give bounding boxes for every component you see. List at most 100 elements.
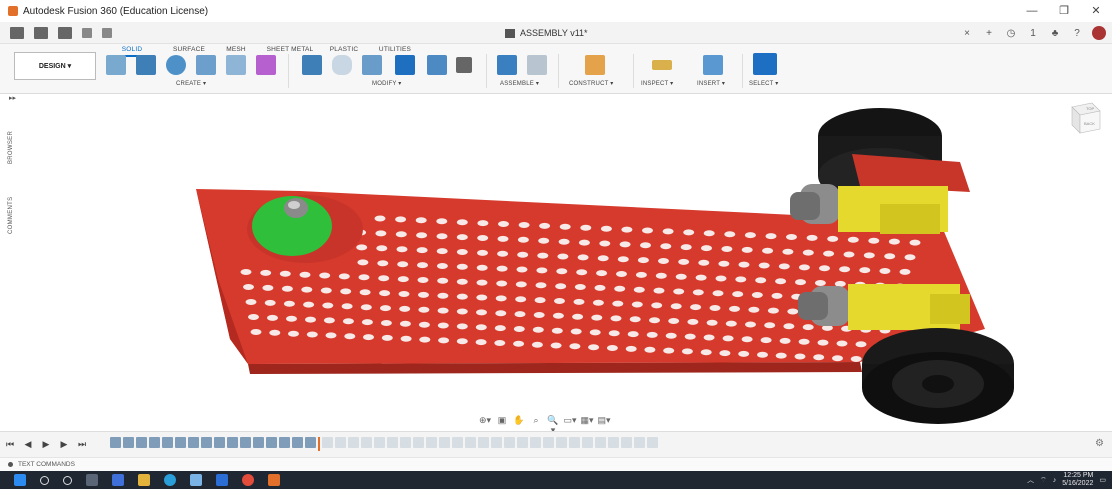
- combine-icon[interactable]: [395, 55, 415, 75]
- volume-icon[interactable]: ♪: [1053, 477, 1057, 484]
- notifications-icon[interactable]: ♣: [1048, 28, 1062, 39]
- workspace-dropdown[interactable]: DESIGN ▾: [14, 52, 96, 80]
- timeline-feature-suppressed[interactable]: [647, 437, 658, 448]
- fit-dropdown-icon[interactable]: 🔍▾: [546, 415, 560, 431]
- modify-menu[interactable]: MODIFY ▾: [372, 80, 402, 87]
- timeline-feature-suppressed[interactable]: [582, 437, 593, 448]
- timeline-first-button[interactable]: ⏮: [2, 439, 18, 450]
- measure-icon[interactable]: [652, 60, 672, 70]
- assemble-menu[interactable]: ASSEMBLE ▾: [500, 80, 539, 87]
- timeline-feature[interactable]: [110, 437, 121, 448]
- timeline-feature[interactable]: [240, 437, 251, 448]
- timeline-feature-suppressed[interactable]: [608, 437, 619, 448]
- timeline-feature-suppressed[interactable]: [543, 437, 554, 448]
- timeline-settings-icon[interactable]: ⚙: [1095, 438, 1104, 449]
- timeline-last-button[interactable]: ⏭: [74, 439, 90, 450]
- timeline-feature-suppressed[interactable]: [374, 437, 385, 448]
- extrude-icon[interactable]: [136, 55, 156, 75]
- select-icon[interactable]: [753, 53, 777, 75]
- timeline-feature[interactable]: [227, 437, 238, 448]
- timeline-feature-suppressed[interactable]: [413, 437, 424, 448]
- clock[interactable]: 12:25 PM 5/16/2022: [1062, 472, 1093, 488]
- help-icon[interactable]: ?: [1070, 28, 1084, 39]
- new-tab-button[interactable]: +: [982, 28, 996, 39]
- timeline-feature-suppressed[interactable]: [530, 437, 541, 448]
- timeline-forward-button[interactable]: ▶: [56, 439, 72, 450]
- robot-chassis-model[interactable]: [0, 94, 1112, 431]
- timeline-feature[interactable]: [279, 437, 290, 448]
- timeline-feature[interactable]: [136, 437, 147, 448]
- viewcube-top-label[interactable]: TOP: [1086, 106, 1094, 111]
- document-tab[interactable]: ASSEMBLY v11*: [505, 22, 588, 44]
- timeline-feature[interactable]: [201, 437, 212, 448]
- timeline-feature-suppressed[interactable]: [387, 437, 398, 448]
- insert-menu[interactable]: INSERT ▾: [697, 80, 725, 87]
- viewcube[interactable]: TOP BACK: [1066, 99, 1102, 135]
- viewports-icon[interactable]: ▤▾: [597, 415, 611, 425]
- timeline-feature-suppressed[interactable]: [361, 437, 372, 448]
- fillet-icon[interactable]: [332, 55, 352, 75]
- select-menu[interactable]: SELECT ▾: [749, 80, 779, 87]
- fusion-taskbar-icon[interactable]: [268, 474, 280, 486]
- tray-chevron-icon[interactable]: ︿: [1027, 475, 1034, 485]
- timeline-feature[interactable]: [162, 437, 173, 448]
- timeline-feature-suppressed[interactable]: [452, 437, 463, 448]
- construct-menu[interactable]: CONSTRUCT ▾: [569, 80, 613, 87]
- timeline-feature-suppressed[interactable]: [556, 437, 567, 448]
- data-panel-grid-icon[interactable]: [10, 26, 24, 39]
- timeline-feature[interactable]: [266, 437, 277, 448]
- close-tab-button[interactable]: ×: [960, 28, 974, 39]
- wheel-front[interactable]: [862, 328, 1014, 424]
- display-settings-icon[interactable]: ▭▾: [563, 415, 577, 425]
- timeline-feature[interactable]: [188, 437, 199, 448]
- minimize-button[interactable]: —: [1016, 0, 1048, 22]
- timeline-feature-suppressed[interactable]: [595, 437, 606, 448]
- inspect-menu[interactable]: INSPECT ▾: [641, 80, 673, 87]
- press-pull-icon[interactable]: [302, 55, 322, 75]
- offset-plane-icon[interactable]: [585, 55, 605, 75]
- new-component-icon[interactable]: [497, 55, 517, 75]
- timeline-feature-suppressed[interactable]: [439, 437, 450, 448]
- motor-bottom[interactable]: [798, 284, 970, 330]
- wifi-icon[interactable]: ⌔: [1040, 476, 1047, 485]
- loft-icon[interactable]: [226, 55, 246, 75]
- create-form-icon[interactable]: [256, 55, 276, 75]
- notifications-center-icon[interactable]: ▭: [1099, 476, 1106, 484]
- pan-icon[interactable]: ✋: [512, 415, 526, 425]
- redo-icon[interactable]: [102, 27, 112, 38]
- timeline-feature-suppressed[interactable]: [348, 437, 359, 448]
- task-view-icon[interactable]: [86, 474, 98, 486]
- file-menu-icon[interactable]: [34, 26, 48, 39]
- teams-icon[interactable]: [112, 474, 124, 486]
- user-avatar[interactable]: [1092, 26, 1106, 40]
- timeline-feature-suppressed[interactable]: [426, 437, 437, 448]
- timeline-feature-suppressed[interactable]: [322, 437, 333, 448]
- text-commands-bar[interactable]: TEXT COMMANDS: [0, 457, 1112, 471]
- online-users-count[interactable]: 1: [1026, 28, 1040, 39]
- timeline-feature[interactable]: [253, 437, 264, 448]
- orbit-dropdown-icon[interactable]: ⊕▾: [478, 415, 492, 425]
- shell-icon[interactable]: [362, 55, 382, 75]
- timeline-feature[interactable]: [292, 437, 303, 448]
- start-icon[interactable]: [14, 474, 26, 486]
- new-sketch-icon[interactable]: [106, 55, 126, 75]
- cortana-icon[interactable]: [63, 475, 72, 485]
- timeline-back-button[interactable]: ◀: [20, 439, 36, 450]
- undo-icon[interactable]: [82, 27, 92, 38]
- timeline-feature[interactable]: [214, 437, 225, 448]
- look-at-icon[interactable]: ▣: [495, 415, 509, 425]
- timeline-feature[interactable]: [175, 437, 186, 448]
- create-menu[interactable]: CREATE ▾: [176, 80, 206, 87]
- job-status-icon[interactable]: ◷: [1004, 28, 1018, 39]
- timeline-track[interactable]: [110, 437, 658, 451]
- timeline-feature-suppressed[interactable]: [504, 437, 515, 448]
- viewcube-face-label[interactable]: BACK: [1084, 121, 1095, 126]
- timeline-feature[interactable]: [305, 437, 316, 448]
- insert-image-icon[interactable]: [703, 55, 723, 75]
- timeline-feature-suppressed[interactable]: [465, 437, 476, 448]
- timeline-feature-suppressed[interactable]: [517, 437, 528, 448]
- chrome-icon[interactable]: [242, 474, 254, 486]
- timeline-feature-suppressed[interactable]: [335, 437, 346, 448]
- split-body-icon[interactable]: [427, 55, 447, 75]
- zoom-icon[interactable]: ⌕: [529, 415, 543, 425]
